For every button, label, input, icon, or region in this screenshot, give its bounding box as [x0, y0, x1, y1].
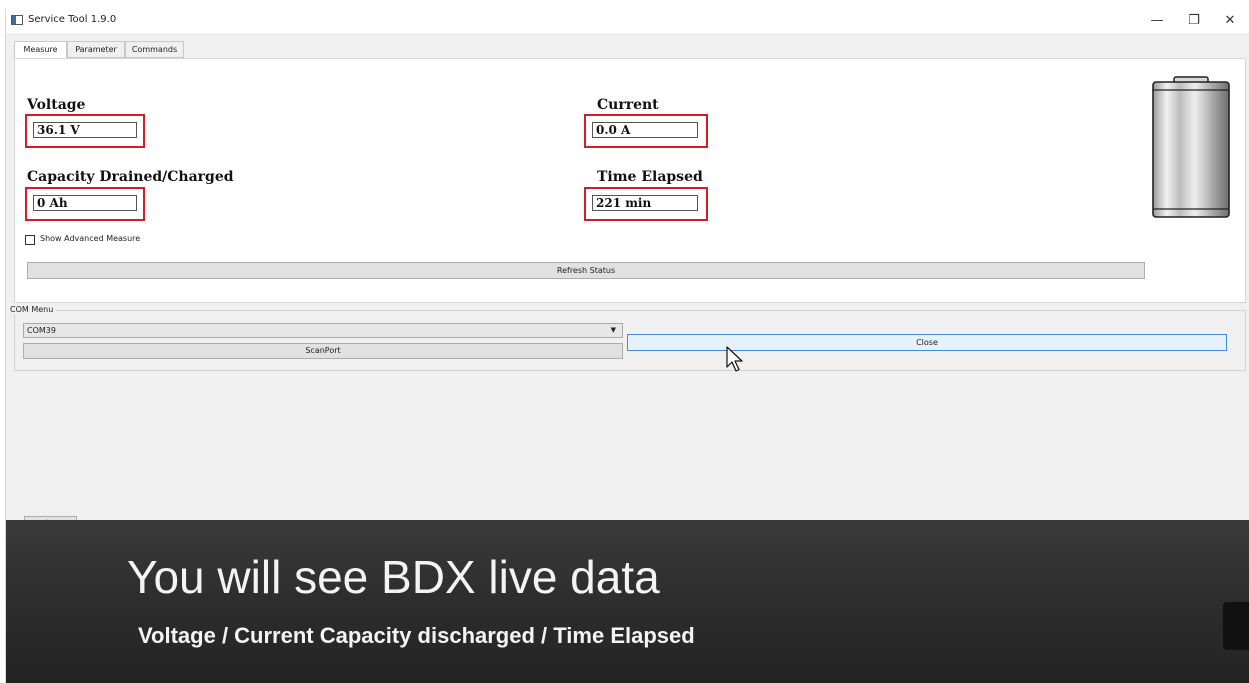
- close-port-button[interactable]: Close: [627, 334, 1227, 351]
- top-strip: [0, 0, 1249, 9]
- time-elapsed-value: 221 min: [592, 195, 698, 211]
- title-bar: Service Tool 1.9.0 — ❐ ✕: [6, 9, 1249, 33]
- time-elapsed-label: Time Elapsed: [597, 169, 703, 185]
- chevron-down-icon: ▼: [610, 326, 616, 334]
- tab-measure[interactable]: Measure: [14, 41, 67, 59]
- battery-icon: [1152, 76, 1230, 218]
- close-window-button[interactable]: ✕: [1214, 11, 1246, 31]
- caption-title: You will see BDX live data: [127, 551, 660, 603]
- com-port-value: COM39: [27, 326, 56, 335]
- current-label: Current: [597, 97, 659, 113]
- current-highlight: 0.0 A: [584, 114, 708, 148]
- caption-subtitle: Voltage / Current Capacity discharged / …: [138, 623, 695, 648]
- voltage-label: Voltage: [27, 97, 86, 113]
- scanport-button[interactable]: ScanPort: [23, 343, 623, 359]
- minimize-button[interactable]: —: [1141, 11, 1173, 31]
- show-advanced-label: Show Advanced Measure: [40, 234, 141, 243]
- time-elapsed-highlight: 221 min: [584, 187, 708, 221]
- current-value: 0.0 A: [592, 122, 698, 138]
- maximize-button[interactable]: ❐: [1178, 11, 1210, 31]
- tab-commands[interactable]: Commands: [125, 41, 184, 58]
- tab-parameter[interactable]: Parameter: [67, 41, 125, 58]
- measure-panel: Voltage 36.1 V Current 0.0 A Capacity Dr…: [14, 58, 1246, 303]
- capacity-highlight: 0 Ah: [25, 187, 145, 221]
- voltage-value: 36.1 V: [33, 122, 137, 138]
- com-menu-title: COM Menu: [8, 305, 56, 314]
- app-window: Service Tool 1.9.0 — ❐ ✕ Measure Paramet…: [5, 9, 1249, 683]
- refresh-status-button[interactable]: Refresh Status: [27, 262, 1145, 279]
- window-title: Service Tool 1.9.0: [28, 14, 117, 25]
- mouse-pointer-icon: [726, 346, 743, 372]
- app-icon: [11, 15, 23, 25]
- capacity-label: Capacity Drained/Charged: [27, 169, 234, 185]
- voltage-highlight: 36.1 V: [25, 114, 145, 148]
- com-port-select[interactable]: COM39 ▼: [23, 323, 623, 338]
- capacity-value: 0 Ah: [33, 195, 137, 211]
- show-advanced-checkbox[interactable]: [25, 235, 35, 245]
- video-caption-overlay: You will see BDX live data Voltage / Cur…: [6, 520, 1249, 683]
- edge-tab: [1223, 602, 1249, 650]
